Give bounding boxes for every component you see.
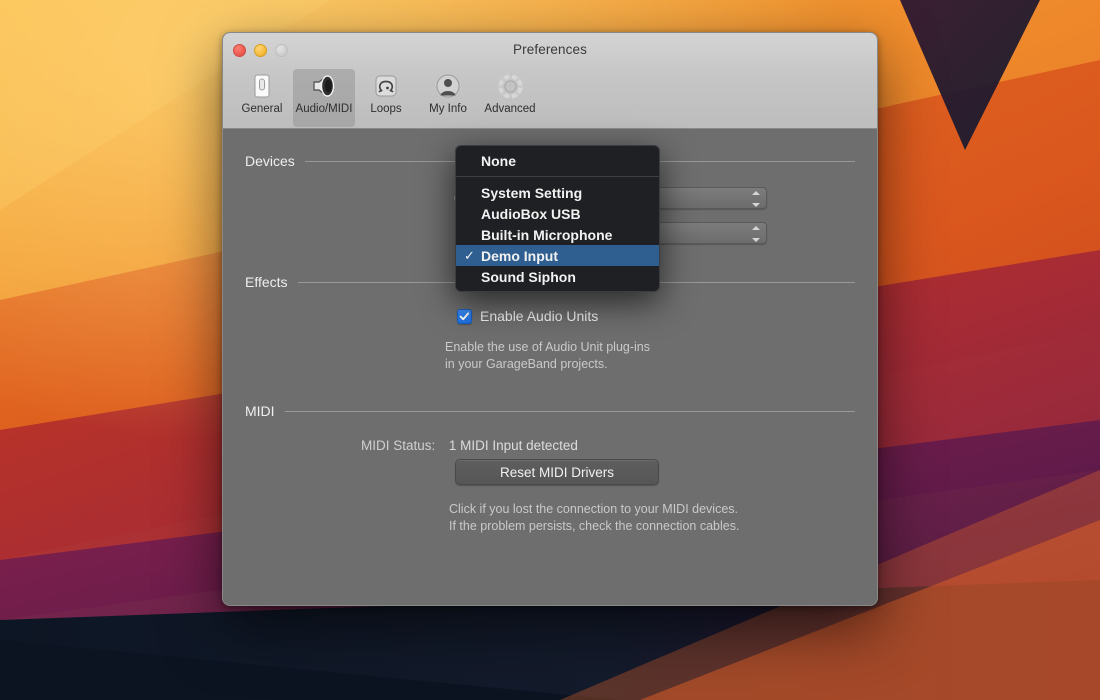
tab-audio-midi[interactable]: Audio/MIDI	[293, 69, 355, 127]
enable-audio-units-row[interactable]: Enable Audio Units	[457, 308, 598, 324]
window-title: Preferences	[223, 42, 877, 57]
midi-help-line-1: Click if you lost the connection to your…	[449, 501, 739, 518]
menu-item-audiobox-usb-label: AudioBox USB	[481, 206, 581, 222]
section-header-midi: MIDI	[245, 403, 855, 419]
enable-audio-units-checkbox[interactable]	[457, 309, 472, 324]
menu-separator	[456, 176, 659, 177]
tab-my-info-label: My Info	[429, 103, 467, 115]
section-title-devices: Devices	[245, 153, 295, 169]
midi-help-text: Click if you lost the connection to your…	[449, 501, 739, 535]
tab-general-label: General	[242, 103, 283, 115]
menu-item-sound-siphon-label: Sound Siphon	[481, 269, 576, 285]
tab-audio-midi-label: Audio/MIDI	[296, 103, 353, 115]
midi-status-row: MIDI Status: 1 MIDI Input detected	[361, 438, 578, 453]
menu-item-built-in-microphone-label: Built-in Microphone	[481, 227, 612, 243]
general-icon	[247, 71, 277, 101]
tab-loops-label: Loops	[370, 103, 401, 115]
effects-help-text: Enable the use of Audio Unit plug-ins in…	[445, 339, 650, 373]
reset-midi-drivers-button[interactable]: Reset MIDI Drivers	[455, 459, 659, 485]
advanced-icon	[495, 71, 525, 101]
tab-advanced[interactable]: Advanced	[479, 69, 541, 115]
audio-midi-icon	[309, 71, 339, 101]
menu-item-none-label: None	[481, 153, 516, 169]
section-title-midi: MIDI	[245, 403, 275, 419]
preferences-toolbar: General Audio/MIDI	[223, 69, 877, 129]
menu-item-system-setting[interactable]: System Setting	[456, 182, 659, 203]
effects-help-line-2: in your GarageBand projects.	[445, 356, 650, 373]
menu-item-demo-input-label: Demo Input	[481, 248, 558, 264]
loops-icon	[371, 71, 401, 101]
preferences-window: Preferences General	[222, 32, 878, 606]
menu-item-none[interactable]: None	[456, 150, 659, 171]
window-chrome: Preferences General	[223, 33, 877, 129]
menu-item-audiobox-usb[interactable]: AudioBox USB	[456, 203, 659, 224]
enable-audio-units-label: Enable Audio Units	[480, 308, 598, 324]
checkmark-icon	[459, 311, 470, 322]
section-title-effects: Effects	[245, 274, 288, 290]
tab-my-info[interactable]: My Info	[417, 69, 479, 115]
menu-item-demo-input[interactable]: ✓ Demo Input	[456, 245, 659, 266]
input-device-dropdown-menu[interactable]: None System Setting AudioBox USB Built-i…	[455, 145, 660, 292]
window-titlebar[interactable]: Preferences	[223, 33, 877, 69]
menu-item-system-setting-label: System Setting	[481, 185, 582, 201]
menu-item-built-in-microphone[interactable]: Built-in Microphone	[456, 224, 659, 245]
tab-loops[interactable]: Loops	[355, 69, 417, 115]
midi-help-line-2: If the problem persists, check the conne…	[449, 518, 739, 535]
my-info-icon	[433, 71, 463, 101]
menu-item-demo-input-checkmark: ✓	[464, 248, 481, 264]
effects-help-line-1: Enable the use of Audio Unit plug-ins	[445, 339, 650, 356]
section-divider-midi	[285, 411, 855, 412]
menu-item-sound-siphon[interactable]: Sound Siphon	[456, 266, 659, 287]
midi-status-value: 1 MIDI Input detected	[449, 438, 578, 453]
tab-general[interactable]: General	[231, 69, 293, 115]
output-device-stepper-icon	[750, 191, 762, 207]
input-device-stepper-icon	[750, 226, 762, 242]
tab-advanced-label: Advanced	[484, 103, 535, 115]
midi-status-label: MIDI Status:	[361, 438, 435, 453]
